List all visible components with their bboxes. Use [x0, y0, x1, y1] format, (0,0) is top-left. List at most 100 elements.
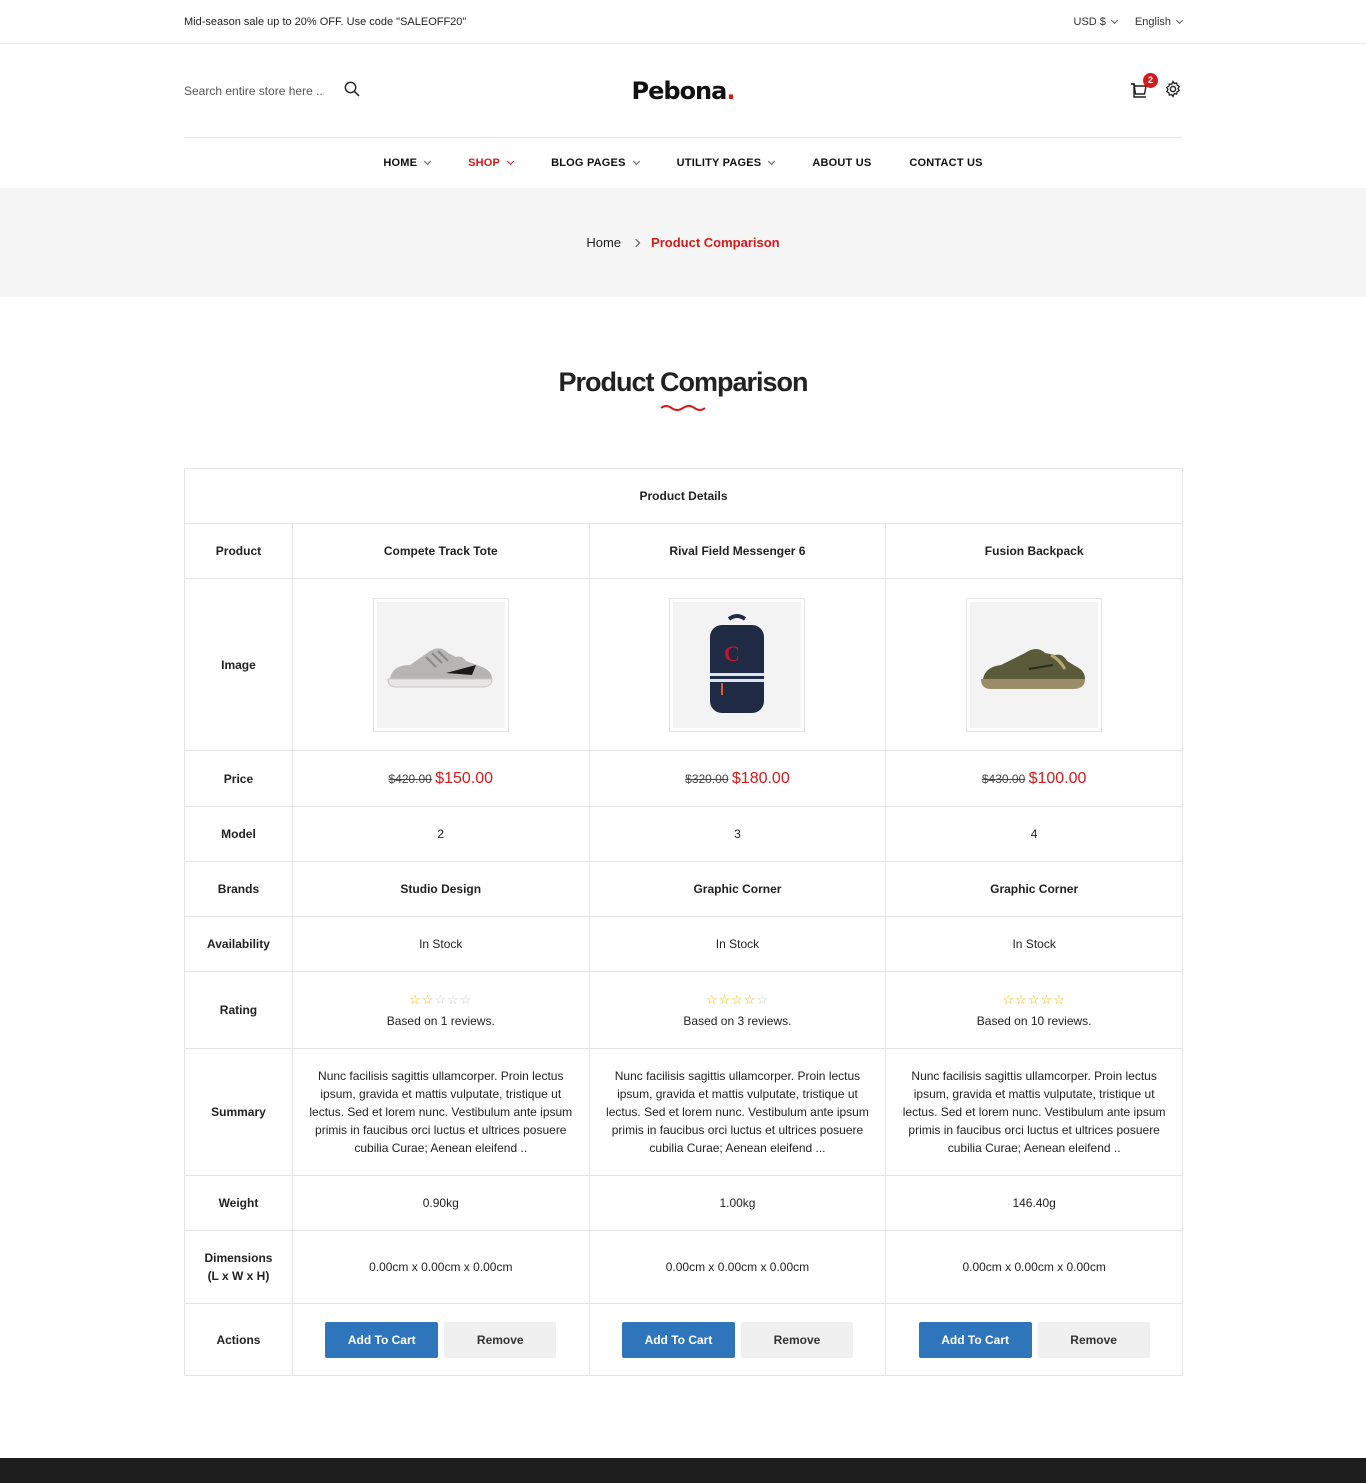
title-squiggle-icon [660, 405, 706, 411]
product-name[interactable]: Compete Track Tote [291, 523, 590, 579]
currency-label: USD $ [1073, 16, 1106, 28]
brand-value: Studio Design [291, 861, 590, 917]
table-row: Product Compete Track Tote Rival Field M… [184, 523, 1183, 579]
review-count: Based on 1 reviews. [386, 1014, 495, 1028]
old-price: $320.00 [685, 771, 729, 786]
row-label-product: Product [184, 523, 293, 579]
row-label-model: Model [184, 806, 293, 862]
brand-value: Graphic Corner [885, 861, 1183, 917]
chevron-down-icon [1110, 16, 1118, 25]
add-to-cart-button[interactable]: Add To Cart [621, 1321, 735, 1358]
breadcrumb: Home Product Comparison [0, 188, 1366, 297]
comparison-table: Product Details Product Compete Track To… [184, 468, 1183, 1376]
row-label-dimensions: Dimensions (L x W x H) [184, 1230, 293, 1304]
star-filled-icon: ☆ [718, 992, 732, 1007]
grey-sneaker-icon [387, 647, 493, 687]
star-rating: ☆☆☆☆☆ [590, 992, 886, 1008]
star-filled-icon: ☆ [1015, 992, 1028, 1007]
review-count: Based on 3 reviews. [683, 1014, 792, 1028]
weight-value: 1.00kg [588, 1175, 887, 1231]
sale-price: $150.00 [435, 769, 494, 787]
row-label-rating: Rating [184, 971, 293, 1049]
header: Pebona. 2 HOME SHOP BLOG PAGES UTILITY P… [0, 44, 1366, 188]
product-name[interactable]: Fusion Backpack [885, 523, 1183, 579]
star-filled-icon: ☆ [1053, 992, 1066, 1007]
row-label-actions: Actions [184, 1303, 293, 1376]
old-price: $420.00 [388, 771, 432, 786]
weight-value: 0.90kg [291, 1175, 590, 1231]
breadcrumb-home-link[interactable]: Home [586, 235, 621, 250]
product-name[interactable]: Rival Field Messenger 6 [588, 523, 887, 579]
star-empty-icon: ☆ [459, 992, 473, 1007]
cart-count-badge: 2 [1143, 72, 1158, 88]
cart-button[interactable]: 2 [1130, 72, 1158, 100]
chevron-down-icon [768, 157, 776, 166]
product-image[interactable]: C [669, 597, 806, 732]
star-filled-icon: ☆ [1027, 992, 1041, 1007]
star-filled-icon: ☆ [1040, 992, 1054, 1007]
product-image[interactable] [372, 597, 509, 732]
availability-value: In Stock [291, 916, 590, 972]
nav-item-utility-pages[interactable]: UTILITY PAGES [658, 157, 794, 169]
chevron-down-icon [424, 157, 432, 166]
svg-text:C: C [724, 641, 740, 666]
star-filled-icon: ☆ [421, 992, 435, 1007]
dimensions-value: 0.00cm x 0.00cm x 0.00cm [588, 1230, 887, 1304]
product-image[interactable] [966, 597, 1103, 732]
remove-button[interactable]: Remove [444, 1321, 557, 1358]
row-label-price: Price [184, 750, 293, 807]
add-to-cart-button[interactable]: Add To Cart [325, 1321, 439, 1358]
table-row: Summary Nunc facilisis sagittis ullamcor… [184, 1048, 1183, 1176]
chevron-right-icon [631, 238, 641, 247]
star-rating: ☆☆☆☆☆ [886, 992, 1182, 1008]
star-empty-icon: ☆ [756, 992, 770, 1007]
navy-backpack-icon: C [710, 613, 765, 713]
table-row: Price $420.00 $150.00 $320.00 $180.00 $4… [184, 750, 1183, 807]
table-row: Brands Studio Design Graphic Corner Grap… [184, 861, 1183, 917]
star-filled-icon: ☆ [1002, 992, 1016, 1007]
top-bar: Mid-season sale up to 20% OFF. Use code … [0, 0, 1366, 44]
add-to-cart-button[interactable]: Add To Cart [918, 1321, 1032, 1358]
search-icon[interactable] [344, 81, 360, 100]
row-label-summary: Summary [184, 1048, 293, 1176]
nav-item-shop[interactable]: SHOP [449, 157, 532, 169]
sale-price: $100.00 [1028, 769, 1087, 787]
star-filled-icon: ☆ [705, 992, 719, 1007]
model-value: 3 [588, 806, 887, 862]
availability-value: In Stock [588, 916, 887, 972]
availability-value: In Stock [885, 916, 1183, 972]
nav-item-home[interactable]: HOME [364, 157, 449, 169]
nav-item-contact-us[interactable]: CONTACT US [890, 157, 1001, 169]
table-row: Actions Add To Cart Remove Add To Cart Rem… [184, 1303, 1183, 1376]
search-bar [184, 81, 364, 100]
summary-text: Nunc facilisis sagittis ullamcorper. Pro… [902, 1069, 1166, 1155]
language-label: English [1134, 16, 1171, 28]
gear-icon[interactable] [1164, 80, 1182, 101]
nav-item-about-us[interactable]: ABOUT US [793, 157, 890, 169]
search-input[interactable] [184, 83, 324, 98]
brand-value: Graphic Corner [588, 861, 887, 917]
table-row: Weight 0.90kg 1.00kg 146.40g [184, 1175, 1183, 1231]
row-label-weight: Weight [184, 1175, 293, 1231]
remove-button[interactable]: Remove [740, 1321, 853, 1358]
model-value: 4 [885, 806, 1183, 862]
footer [0, 1458, 1366, 1483]
language-selector[interactable]: English [1134, 16, 1184, 28]
model-value: 2 [291, 806, 590, 862]
star-filled-icon: ☆ [409, 992, 422, 1007]
dimensions-value: 0.00cm x 0.00cm x 0.00cm [885, 1230, 1183, 1304]
table-row: Image C [184, 578, 1183, 751]
currency-selector[interactable]: USD $ [1073, 16, 1118, 28]
dimensions-value: 0.00cm x 0.00cm x 0.00cm [291, 1230, 590, 1304]
table-row: Rating ☆☆☆☆☆ Based on 1 reviews. ☆☆☆☆☆ Bas… [184, 971, 1183, 1049]
nav-item-blog-pages[interactable]: BLOG PAGES [532, 157, 658, 169]
table-row: Model 2 3 4 [184, 806, 1183, 862]
summary-text: Nunc facilisis sagittis ullamcorper. Pro… [606, 1069, 869, 1155]
breadcrumb-current: Product Comparison [651, 235, 780, 250]
main-nav: HOME SHOP BLOG PAGES UTILITY PAGES ABOUT… [0, 138, 1366, 188]
star-filled-icon: ☆ [731, 992, 744, 1007]
star-empty-icon: ☆ [434, 992, 448, 1007]
site-logo[interactable]: Pebona. [632, 77, 736, 105]
remove-button[interactable]: Remove [1037, 1321, 1150, 1358]
page-title: Product Comparison [558, 367, 808, 397]
